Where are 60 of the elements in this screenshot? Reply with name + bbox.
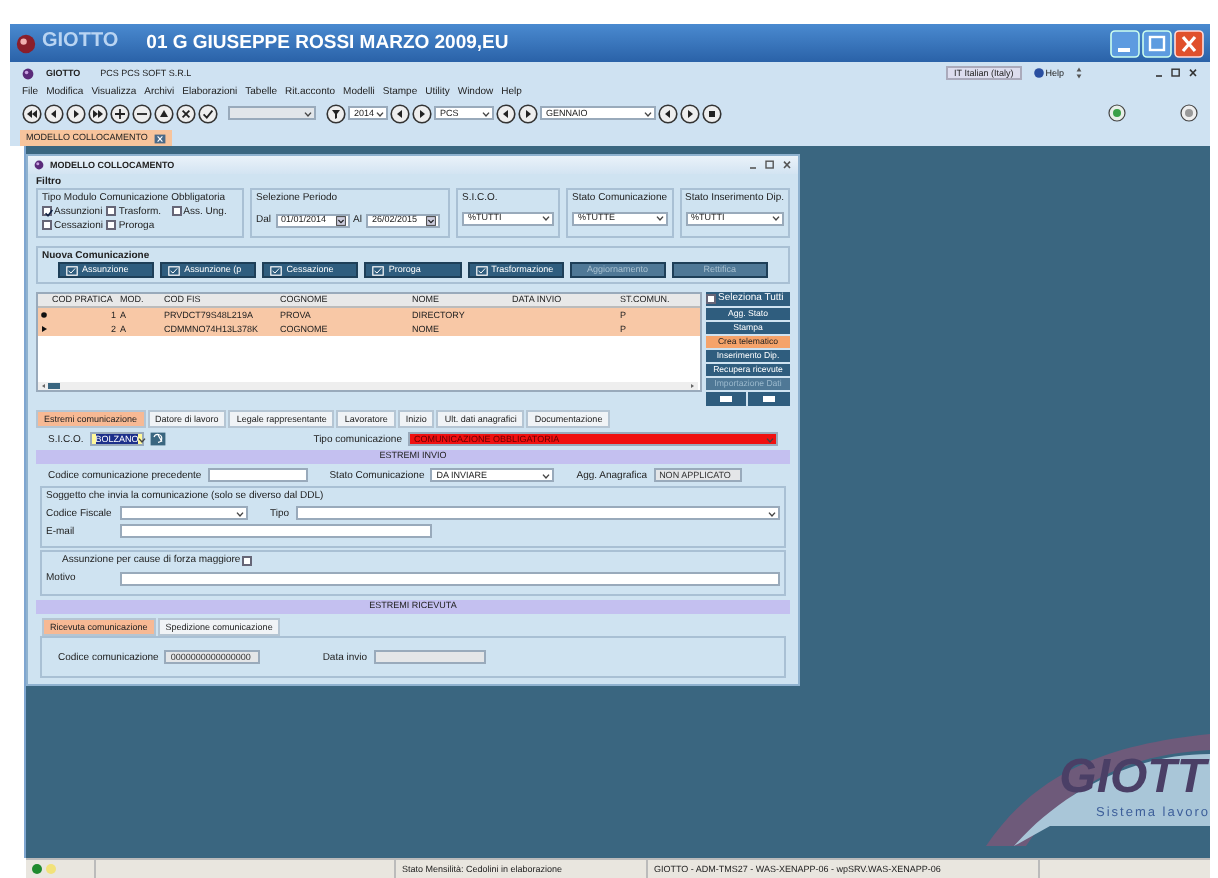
- caret-icon: [542, 214, 550, 222]
- delete-button[interactable]: [176, 103, 196, 123]
- caret-icon: [236, 509, 244, 518]
- caret-icon: [482, 109, 490, 117]
- next-button[interactable]: [66, 103, 86, 123]
- stop-button[interactable]: [702, 103, 722, 123]
- text-field[interactable]: [207, 468, 308, 483]
- next-button[interactable]: [412, 103, 432, 123]
- previous-button[interactable]: [44, 103, 64, 123]
- checkbox[interactable]: [42, 220, 52, 231]
- calendar-icon: [335, 215, 346, 225]
- previous-button[interactable]: [658, 103, 678, 123]
- window-controls[interactable]: [748, 160, 792, 170]
- horizontal-scrollbar[interactable]: [38, 382, 698, 391]
- lookup-button[interactable]: [149, 432, 166, 447]
- caret-icon: [542, 471, 551, 480]
- up-button[interactable]: [154, 103, 174, 123]
- caret-icon: [644, 109, 652, 117]
- checkbox[interactable]: [242, 556, 253, 566]
- refresh-button[interactable]: [1108, 104, 1126, 122]
- checkbox[interactable]: [42, 206, 52, 217]
- close-tab-icon[interactable]: [153, 133, 166, 144]
- checkbox[interactable]: [106, 220, 117, 231]
- close-button[interactable]: [1174, 29, 1204, 57]
- caret-icon: [655, 214, 664, 222]
- caret-icon: [138, 435, 147, 444]
- forward-button[interactable]: [748, 391, 790, 405]
- next-button[interactable]: [518, 103, 538, 123]
- checkbox[interactable]: [106, 206, 117, 217]
- caret-icon: [768, 509, 776, 518]
- caret-icon: [376, 109, 384, 117]
- date-field[interactable]: [373, 650, 486, 665]
- calendar-icon: [425, 215, 436, 225]
- caret-icon: [772, 214, 780, 222]
- next-button[interactable]: [680, 103, 700, 123]
- caret-icon: [304, 109, 312, 117]
- app-icon: [22, 67, 34, 79]
- window-title: 01 G GIUSEPPE ROSSI MARZO 2009,EU: [146, 31, 509, 55]
- add-button[interactable]: [110, 103, 130, 123]
- checkbox[interactable]: [706, 293, 716, 304]
- app-name: GIOTTO: [42, 30, 119, 56]
- confirm-button[interactable]: [198, 103, 218, 123]
- email-field[interactable]: [120, 524, 432, 539]
- back-button[interactable]: [706, 391, 746, 405]
- caret-icon: [766, 435, 774, 444]
- checkbox[interactable]: [171, 206, 182, 217]
- first-button[interactable]: [22, 103, 42, 123]
- spinner-icon[interactable]: [1076, 66, 1082, 80]
- filter-button[interactable]: [326, 103, 346, 123]
- reason-field[interactable]: [120, 571, 780, 586]
- window-controls[interactable]: [1154, 68, 1198, 78]
- minimize-button[interactable]: [1110, 29, 1140, 57]
- remove-button[interactable]: [132, 103, 152, 123]
- last-button[interactable]: [88, 103, 108, 123]
- maximize-button[interactable]: [1142, 29, 1172, 57]
- window-icon: [34, 160, 44, 170]
- previous-button[interactable]: [390, 103, 410, 123]
- app-logo-icon: [16, 33, 36, 53]
- help-icon: [1033, 68, 1044, 78]
- previous-button[interactable]: [496, 103, 516, 123]
